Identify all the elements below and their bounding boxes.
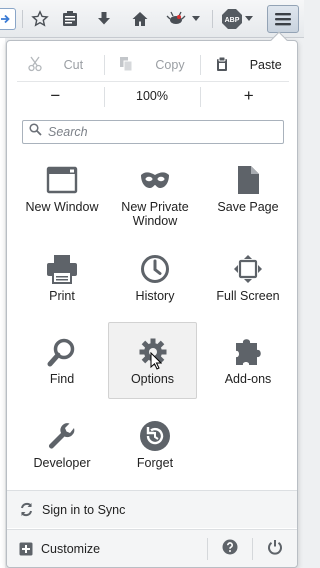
forget-button[interactable]: Forget (111, 413, 199, 489)
help-icon (222, 539, 238, 560)
edit-controls: Cut Copy Paste (7, 51, 297, 79)
zoom-out-button[interactable]: − (7, 83, 104, 109)
private-mask-icon (138, 163, 172, 197)
toolbar-separator (212, 10, 213, 28)
zoom-controls: − 100% + (7, 83, 297, 109)
add-ons-button[interactable]: Add-ons (204, 329, 292, 405)
sign-in-to-sync-button[interactable]: Sign in to Sync (7, 490, 297, 528)
customize-button[interactable]: Customize (7, 530, 100, 568)
copy-label: Copy (155, 58, 185, 72)
fullscreen-icon (231, 252, 265, 286)
print-button[interactable]: Print (18, 246, 106, 322)
clock-icon (138, 252, 172, 286)
reading-list-icon[interactable] (57, 7, 83, 31)
search-placeholder: Search (48, 125, 88, 139)
sync-label: Sign in to Sync (42, 502, 126, 517)
clipboard-icon (216, 56, 228, 75)
dropdown-icon[interactable] (242, 7, 256, 31)
download-icon[interactable] (91, 7, 117, 31)
find-label: Find (49, 372, 75, 386)
customize-footer: Customize (7, 529, 297, 567)
footer-separator (207, 538, 208, 560)
cut-button[interactable]: Cut (7, 51, 104, 79)
new-window-icon (45, 163, 79, 197)
dropdown-icon[interactable] (189, 7, 203, 31)
history-label: History (135, 289, 175, 303)
magnifier-icon (45, 335, 79, 369)
toolbar-separator (22, 10, 23, 28)
search-icon (29, 123, 42, 141)
menu-panel: Cut Copy Paste − 100% + Search New Windo… (6, 40, 298, 568)
go-arrow-icon[interactable] (0, 8, 16, 30)
wrench-icon (45, 419, 79, 453)
star-icon[interactable] (27, 7, 53, 31)
new-private-window-button[interactable]: New Private Window (111, 157, 199, 233)
page-content-edge (0, 38, 5, 568)
mouse-cursor-icon (150, 351, 163, 375)
find-button[interactable]: Find (18, 329, 106, 405)
developer-button[interactable]: Developer (18, 413, 106, 489)
home-icon[interactable] (127, 7, 153, 31)
add-ons-label: Add-ons (224, 372, 272, 386)
paste-label: Paste (249, 58, 282, 72)
help-button[interactable] (210, 530, 250, 568)
power-icon (267, 539, 283, 560)
customize-label: Customize (41, 541, 101, 556)
extension-icon[interactable] (163, 7, 189, 31)
quit-button[interactable] (255, 530, 295, 568)
new-private-window-label: New Private Window (121, 200, 189, 228)
new-window-label: New Window (25, 200, 99, 214)
full-screen-label: Full Screen (216, 289, 280, 303)
cut-label: Cut (63, 58, 84, 72)
footer-separator (252, 538, 253, 560)
developer-label: Developer (33, 456, 91, 470)
copy-button[interactable]: Copy (103, 51, 201, 79)
plus-box-icon (19, 542, 33, 556)
divider (17, 81, 289, 82)
history-button[interactable]: History (111, 246, 199, 322)
forget-label: Forget (136, 456, 174, 470)
scissors-icon (27, 56, 42, 75)
save-page-button[interactable]: Save Page (204, 157, 292, 233)
copy-icon (119, 56, 133, 75)
sync-icon (19, 502, 34, 517)
zoom-reset-button[interactable]: 100% (103, 83, 201, 109)
print-label: Print (49, 289, 75, 303)
forget-icon (138, 419, 172, 453)
new-window-button[interactable]: New Window (18, 157, 106, 233)
full-screen-button[interactable]: Full Screen (204, 246, 292, 322)
paste-button[interactable]: Paste (200, 51, 297, 79)
search-input[interactable]: Search (22, 120, 284, 144)
save-page-icon (231, 163, 265, 197)
adblock-label: ABP (225, 17, 240, 24)
browser-toolbar: ABP (0, 0, 304, 38)
zoom-in-button[interactable]: + (200, 83, 297, 109)
printer-icon (45, 252, 79, 286)
puzzle-icon (231, 335, 265, 369)
hamburger-menu-icon[interactable] (267, 5, 299, 33)
save-page-label: Save Page (217, 200, 279, 214)
